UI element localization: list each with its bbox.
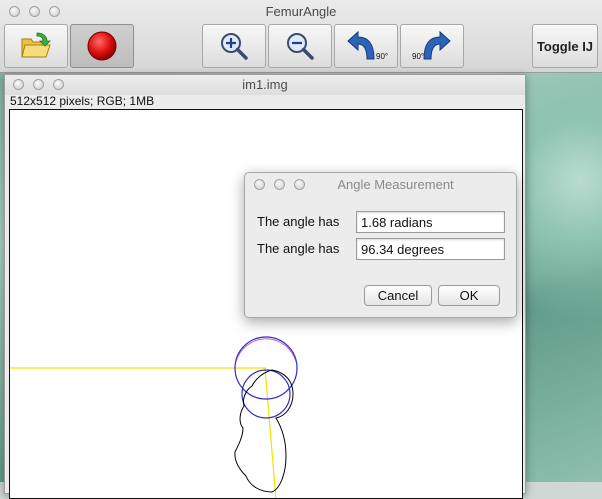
degrees-label: The angle has <box>257 241 340 256</box>
toolbar: 90° 90° Toggle IJ <box>0 22 602 72</box>
app-titlebar: FemurAngle <box>0 0 602 22</box>
dialog-close-button[interactable] <box>254 179 265 190</box>
red-circle-icon <box>87 31 117 61</box>
dialog-titlebar: Angle Measurement <box>245 173 516 195</box>
vertical-axis-line <box>264 367 277 498</box>
app-title: FemurAngle <box>265 4 337 19</box>
degrees-field[interactable] <box>356 238 505 260</box>
image-close-button[interactable] <box>13 79 24 90</box>
angle-measurement-dialog: Angle Measurement The angle has The angl… <box>244 172 517 318</box>
image-zoom-button[interactable] <box>53 79 64 90</box>
record-button[interactable] <box>70 24 134 68</box>
zoom-in-button[interactable] <box>202 24 266 68</box>
minimize-window-button[interactable] <box>29 6 40 17</box>
zoom-window-button[interactable] <box>49 6 60 17</box>
zoom-out-icon <box>287 33 314 60</box>
ok-button[interactable]: OK <box>438 285 500 306</box>
toggle-ij-button[interactable]: Toggle IJ <box>532 24 598 68</box>
dialog-zoom-button[interactable] <box>294 179 305 190</box>
rotate-right-label: 90° <box>412 52 424 61</box>
rotate-left-label: 90° <box>376 52 388 61</box>
app-window: FemurAngle 90° 90° Toggle IJ <box>0 0 602 73</box>
radians-label: The angle has <box>257 214 340 229</box>
close-window-button[interactable] <box>9 6 20 17</box>
image-window-title: im1.img <box>242 77 288 92</box>
rotate-right-icon: 90° <box>412 30 451 61</box>
dialog-title: Angle Measurement <box>337 177 454 192</box>
dialog-minimize-button[interactable] <box>274 179 285 190</box>
image-window-titlebar: im1.img <box>5 75 525 95</box>
radians-field[interactable] <box>356 211 505 233</box>
open-button[interactable] <box>4 24 68 68</box>
cancel-button[interactable]: Cancel <box>364 285 432 306</box>
toggle-ij-label: Toggle IJ <box>536 38 594 54</box>
rotate-left-icon: 90° <box>347 30 388 61</box>
circle-accent-arc <box>235 338 297 363</box>
folder-open-icon <box>21 32 51 58</box>
rotate-right-button[interactable]: 90° <box>400 24 464 68</box>
femur-outline <box>234 369 294 493</box>
image-info: 512x512 pixels; RGB; 1MB <box>10 94 155 108</box>
zoom-in-icon <box>221 33 248 60</box>
zoom-out-button[interactable] <box>268 24 332 68</box>
rotate-left-button[interactable]: 90° <box>334 24 398 68</box>
image-minimize-button[interactable] <box>33 79 44 90</box>
